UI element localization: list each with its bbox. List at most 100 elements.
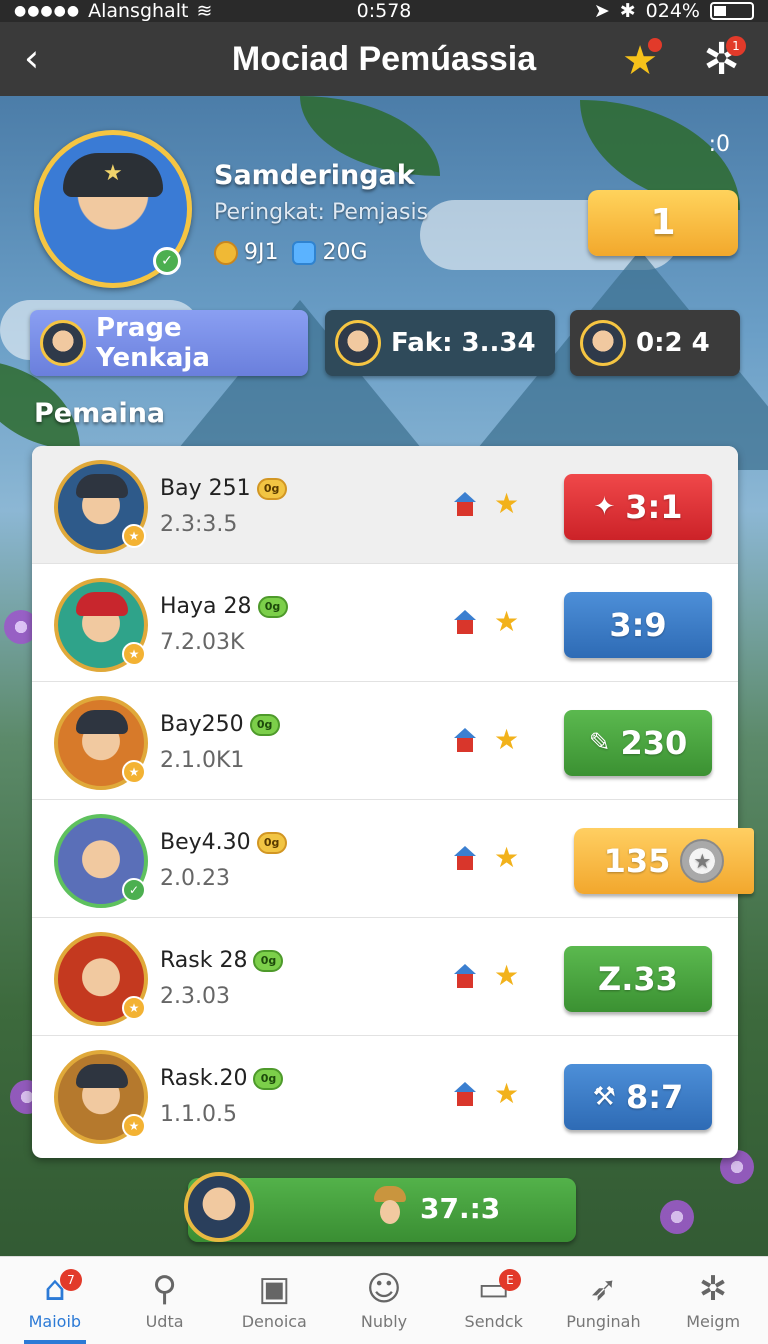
section-title: Pemaina [34, 398, 166, 429]
status-bar: ●●●●● Alansghalt ≋ 0:578 ➤ ✱ 024% [0, 0, 768, 22]
star-icon: ★ [494, 487, 520, 520]
location-icon: ➤ [593, 0, 610, 22]
nav-item-face[interactable]: ☺ Nubly [329, 1257, 439, 1344]
player-stats: 9J1 20G [214, 240, 368, 265]
nav-item-camera[interactable]: ▣ Denoica [219, 1257, 329, 1344]
nav-item-chat[interactable]: ▭ E Sendck [439, 1257, 549, 1344]
star-icon: ★ [494, 723, 520, 756]
avatar [580, 320, 626, 366]
player-name: Samderingak [214, 160, 415, 191]
bluetooth-icon: ✱ [619, 0, 636, 22]
avatar: ★ [54, 1050, 148, 1144]
player-points: 1.1.0.5 [160, 1102, 237, 1127]
filter-label: 0:2 4 [636, 328, 710, 358]
level-tag: 0g [256, 477, 287, 500]
favorites-button[interactable]: ★ [622, 38, 662, 84]
leaderboard-row[interactable]: ★ Bay250 0g 2.1.0K1 ★ ✎ 230 [32, 682, 738, 800]
rocket-icon: ➶ [589, 1269, 618, 1309]
score-button[interactable]: ⚒ 8:7 [564, 1064, 712, 1130]
hat-icon [76, 474, 128, 498]
filter-button-local[interactable]: 0:2 4 [570, 310, 740, 376]
avatar: ★ [54, 460, 148, 554]
settings-button[interactable]: ✲ 1 [703, 34, 746, 85]
nav-label: Meigm [686, 1312, 741, 1331]
filter-button-friends[interactable]: Fak: 3..34 [325, 310, 555, 376]
avatar [335, 320, 381, 366]
face-icon: ☺ [366, 1269, 402, 1309]
player-points: 2.1.0K1 [160, 748, 245, 773]
filter-button-global[interactable]: Prage Yenkaja [30, 310, 308, 376]
leaderboard-row[interactable]: ★ Bay 251 0g 2.3:3.5 ★ ✦ 3:1 [32, 446, 738, 564]
hat-icon [76, 1064, 128, 1088]
back-button[interactable]: ‹ [24, 38, 64, 78]
avatar [184, 1172, 254, 1242]
house-icon [454, 610, 476, 634]
corner-counter: :0 [708, 132, 730, 157]
my-rank-bar[interactable]: 37.:3 [184, 1172, 576, 1242]
rank-badge[interactable]: 1 [588, 190, 738, 256]
level-tag: 0g [256, 831, 287, 854]
score-button[interactable]: 3:9 [564, 592, 712, 658]
house-icon [454, 728, 476, 752]
score-value: 8:7 [625, 1078, 684, 1116]
score-button[interactable]: ✎ 230 [564, 710, 712, 776]
leaderboard-row[interactable]: ★ Rask.20 0g 1.1.0.5 ★ ⚒ 8:7 [32, 1036, 738, 1154]
verified-badge-icon: ✓ [153, 247, 181, 275]
star-badge-icon: ★ [122, 760, 146, 784]
hammer-icon: ⚒ [592, 1082, 616, 1112]
score-value: 135 [603, 842, 671, 880]
chevron-left-icon: ‹ [24, 36, 40, 80]
leaderboard-row[interactable]: ★ Haya 28 0g 7.2.03K ★ 3:9 [32, 564, 738, 682]
score-button[interactable]: 135 ★ [574, 828, 754, 894]
avatar: ★ [54, 696, 148, 790]
house-icon [454, 846, 476, 870]
score-value: 230 [620, 724, 688, 762]
gear-icon: ✲ [698, 1269, 728, 1309]
house-icon [454, 492, 476, 516]
notification-badge: 7 [60, 1269, 82, 1291]
score-value: 3:1 [625, 488, 683, 526]
leaderboard-row[interactable]: ★ Rask 28 0g 2.3.03 ★ Z.33 [32, 918, 738, 1036]
camera-icon: ▣ [258, 1269, 291, 1309]
signal-icon: ●●●●● [14, 3, 81, 19]
coin-icon [214, 240, 238, 265]
nav-item-search[interactable]: ⚲ Udta [110, 1257, 220, 1344]
nav-item-home[interactable]: ⌂ 7 Maioib [0, 1257, 110, 1344]
score-button[interactable]: Z.33 [564, 946, 712, 1012]
nav-item-settings[interactable]: ✲ Meigm [658, 1257, 768, 1344]
leaderboard-list: ★ Bay 251 0g 2.3:3.5 ★ ✦ 3:1 ★ Haya 28 0g 7… [32, 446, 754, 1158]
level-tag: 0g [249, 713, 280, 736]
score-value: Z.33 [598, 960, 678, 998]
player-rank: Peringkat: Pemjasis [214, 200, 429, 225]
coin-stat: 9J1 [214, 240, 278, 265]
star-icon: ★ [494, 1077, 520, 1110]
carrier-name: Alansghalt [88, 0, 189, 22]
hat-icon [76, 710, 128, 734]
nav-label: Punginah [566, 1312, 641, 1331]
notification-dot [648, 38, 662, 52]
star-badge-icon: ★ [122, 1114, 146, 1138]
page-title: Mociad Pemúassia [231, 39, 537, 78]
search-user-icon: ⚲ [152, 1269, 178, 1309]
player-name: Bay250 [160, 712, 244, 737]
player-avatar[interactable]: ✓ [34, 130, 192, 288]
score-button[interactable]: ✦ 3:1 [564, 474, 712, 540]
gem-count: 20G [322, 240, 368, 265]
level-tag: 0g [253, 1067, 284, 1090]
explorer-icon [370, 1186, 410, 1232]
status-time: 0:578 [356, 0, 412, 22]
verified-badge-icon: ✓ [122, 878, 146, 902]
hat-icon [63, 153, 163, 197]
star-icon: ★ [494, 605, 520, 638]
star-icon: ★ [494, 841, 520, 874]
star-badge-icon: ★ [122, 642, 146, 666]
player-name: Bay 251 [160, 476, 251, 501]
my-score: 37.:3 [420, 1192, 501, 1225]
player-points: 2.3.03 [160, 984, 230, 1009]
nav-item-rocket[interactable]: ➶ Punginah [549, 1257, 659, 1344]
hat-icon [76, 592, 128, 616]
leaderboard-row[interactable]: ✓ Bey4.30 0g 2.0.23 ★ 135 ★ [32, 800, 754, 918]
filter-label: Fak: 3..34 [391, 328, 536, 358]
player-points: 7.2.03K [160, 630, 245, 655]
filter-label: Prage Yenkaja [96, 313, 210, 373]
